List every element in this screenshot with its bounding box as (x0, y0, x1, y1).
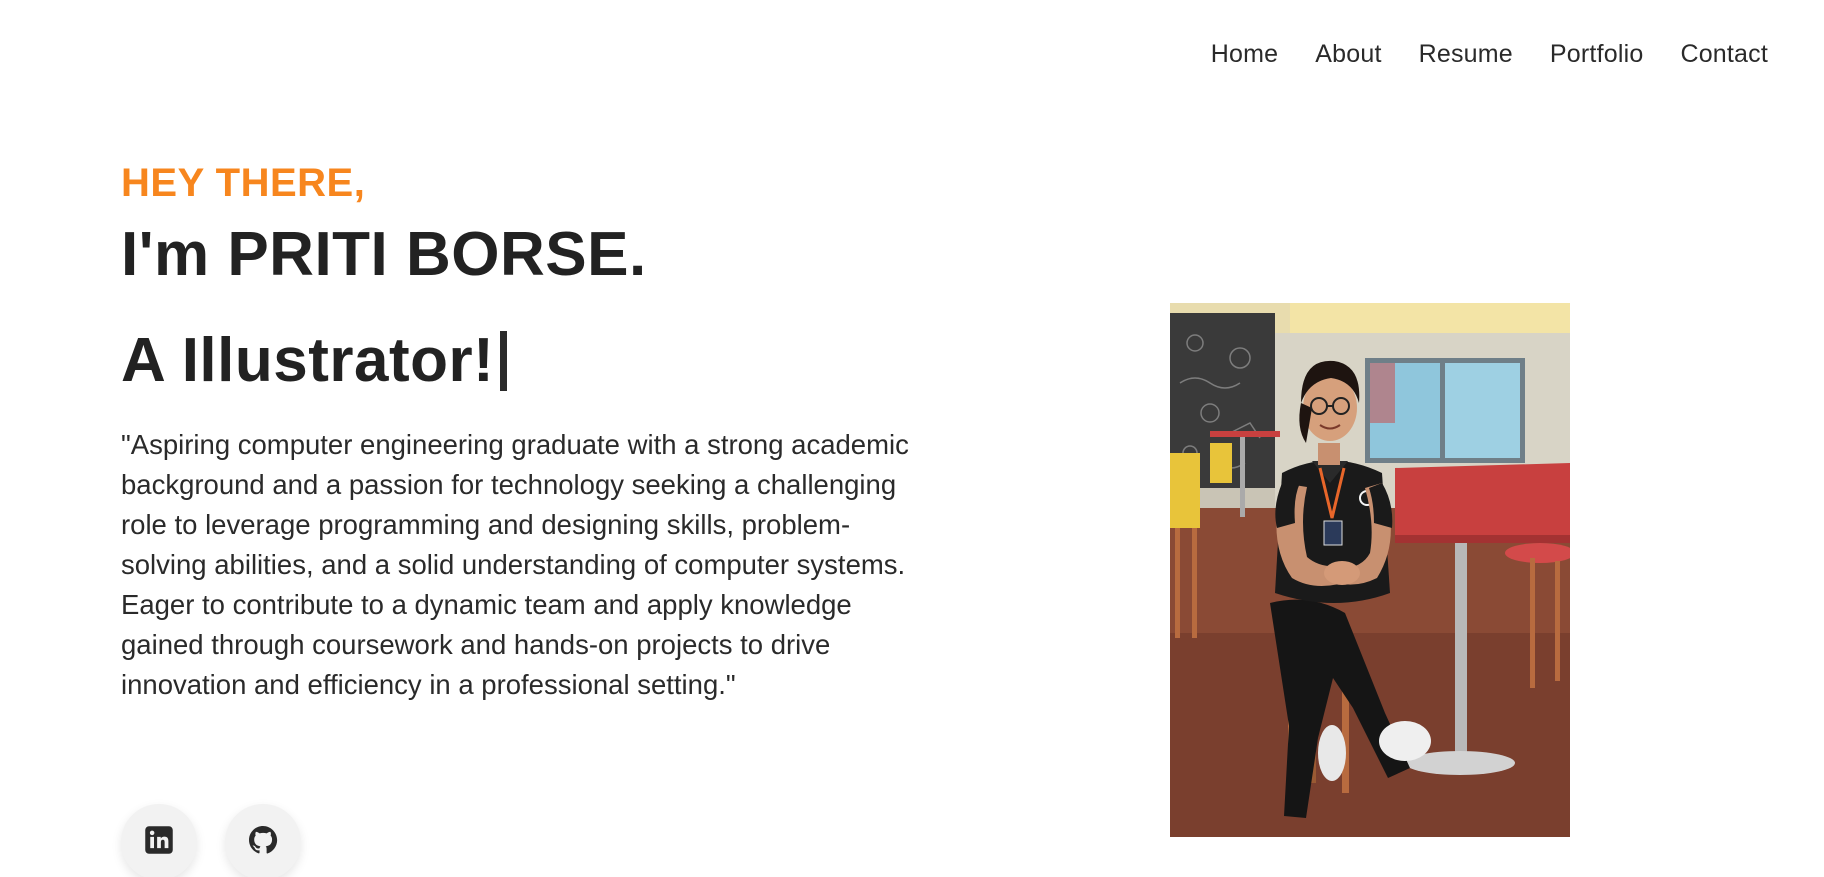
hero-section: HEY THERE, I'm PRITI BORSE. A Illustrato… (121, 158, 941, 705)
greeting-text: HEY THERE, (121, 161, 366, 205)
nav-home-link[interactable]: Home (1211, 40, 1279, 69)
top-nav: Home About Resume Portfolio Contact (1211, 40, 1768, 69)
profile-photo (1170, 303, 1570, 837)
social-links (121, 804, 301, 877)
github-button[interactable] (225, 804, 301, 877)
page: Home About Resume Portfolio Contact HEY … (0, 0, 1824, 877)
nav-contact-link[interactable]: Contact (1680, 40, 1768, 69)
profile-photo-illustration (1170, 303, 1570, 837)
typing-cursor (500, 331, 508, 391)
nav-about-link[interactable]: About (1315, 40, 1381, 69)
hero-name-heading: I'm PRITI BORSE. (121, 220, 647, 289)
role-text: A Illustrator! (121, 326, 495, 395)
hero-role-heading: A Illustrator! (121, 325, 941, 397)
nav-resume-link[interactable]: Resume (1419, 40, 1513, 69)
github-icon (247, 824, 279, 861)
linkedin-button[interactable] (121, 804, 197, 877)
nav-portfolio-link[interactable]: Portfolio (1550, 40, 1644, 69)
linkedin-icon (144, 825, 174, 860)
bio-paragraph: "Aspiring computer engineering graduate … (121, 429, 909, 700)
